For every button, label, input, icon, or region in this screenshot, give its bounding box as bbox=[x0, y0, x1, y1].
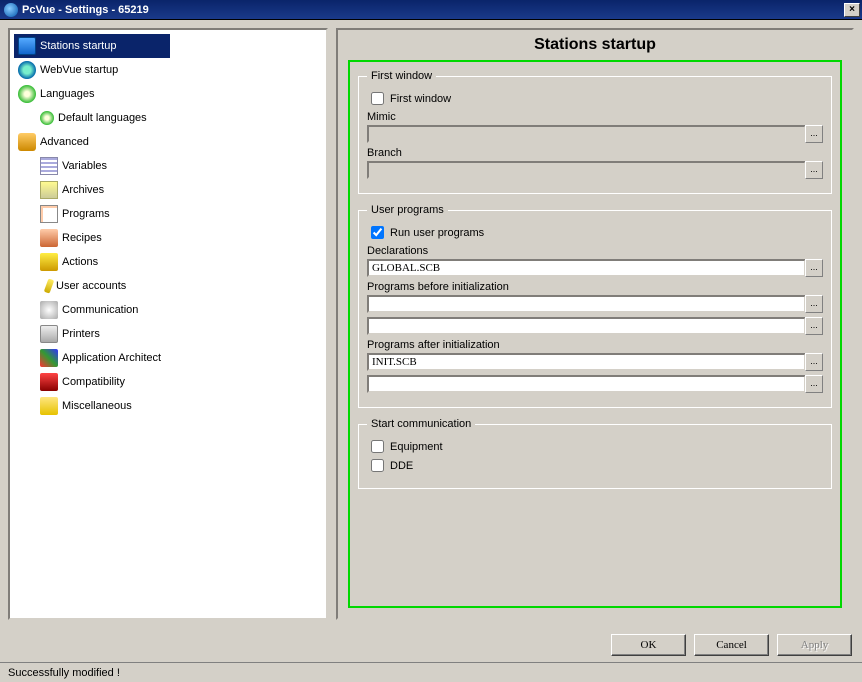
cancel-button[interactable]: Cancel bbox=[694, 634, 769, 656]
highlighted-region: First window First window Mimic ... Bran… bbox=[348, 60, 842, 608]
tree-item-label: WebVue startup bbox=[40, 64, 118, 76]
start-communication-legend: Start communication bbox=[367, 418, 475, 430]
tree-item-label: Stations startup bbox=[40, 40, 116, 52]
tree-communication[interactable]: Communication bbox=[14, 298, 322, 322]
before-init-browse-2[interactable]: ... bbox=[805, 317, 823, 335]
before-init-label: Programs before initialization bbox=[367, 281, 823, 293]
run-user-programs-checkbox[interactable] bbox=[371, 226, 384, 239]
tree-item-label: Printers bbox=[62, 328, 100, 340]
dialog-button-row: OK Cancel Apply bbox=[0, 628, 862, 662]
lang-icon bbox=[18, 85, 36, 103]
user-programs-legend: User programs bbox=[367, 204, 448, 216]
print-icon bbox=[40, 325, 58, 343]
user-programs-group: User programs Run user programs Declarat… bbox=[358, 204, 832, 408]
after-init-input-1[interactable] bbox=[367, 353, 806, 371]
first-window-legend: First window bbox=[367, 70, 436, 82]
tree-item-label: User accounts bbox=[56, 280, 126, 292]
var-icon bbox=[40, 157, 58, 175]
before-init-input-1[interactable] bbox=[367, 295, 806, 313]
declarations-label: Declarations bbox=[367, 245, 823, 257]
window-title: PcVue - Settings - 65219 bbox=[22, 4, 844, 16]
tree-default-languages[interactable]: Default languages bbox=[14, 106, 322, 130]
declarations-browse-button[interactable]: ... bbox=[805, 259, 823, 277]
after-init-browse-1[interactable]: ... bbox=[805, 353, 823, 371]
tree-miscellaneous[interactable]: Miscellaneous bbox=[14, 394, 322, 418]
tree-item-label: Advanced bbox=[40, 136, 89, 148]
statusbar: Successfully modified ! bbox=[0, 662, 862, 682]
comm-icon bbox=[40, 301, 58, 319]
tree-item-label: Actions bbox=[62, 256, 98, 268]
tree-printers[interactable]: Printers bbox=[14, 322, 322, 346]
first-window-checkbox-label: First window bbox=[390, 93, 451, 105]
mimic-label: Mimic bbox=[367, 111, 823, 123]
tree-stations-startup[interactable]: Stations startup bbox=[14, 34, 170, 58]
start-communication-group: Start communication Equipment DDE bbox=[358, 418, 832, 489]
branch-label: Branch bbox=[367, 147, 823, 159]
tree-item-label: Variables bbox=[62, 160, 107, 172]
user-icon bbox=[44, 278, 54, 293]
tree-item-label: Archives bbox=[62, 184, 104, 196]
after-init-input-2[interactable] bbox=[367, 375, 806, 393]
declarations-input[interactable] bbox=[367, 259, 806, 277]
status-text: Successfully modified ! bbox=[8, 667, 120, 679]
globe-icon bbox=[18, 61, 36, 79]
after-init-browse-2[interactable]: ... bbox=[805, 375, 823, 393]
tree-variables[interactable]: Variables bbox=[14, 154, 322, 178]
titlebar: PcVue - Settings - 65219 × bbox=[0, 0, 862, 20]
tree-item-label: Default languages bbox=[58, 112, 147, 124]
dde-label: DDE bbox=[390, 460, 413, 472]
main-area: Stations startup WebVue startup Languages D… bbox=[0, 20, 862, 628]
tree-item-label: Application Architect bbox=[62, 352, 161, 364]
mimic-browse-button[interactable]: ... bbox=[805, 125, 823, 143]
tree-user-accounts[interactable]: User accounts bbox=[14, 274, 322, 298]
settings-panel: Stations startup First window First wind… bbox=[336, 28, 854, 620]
action-icon bbox=[40, 253, 58, 271]
arch-icon bbox=[40, 181, 58, 199]
tree-item-label: Programs bbox=[62, 208, 110, 220]
tree-archives[interactable]: Archives bbox=[14, 178, 322, 202]
tree-compatibility[interactable]: Compatibility bbox=[14, 370, 322, 394]
tree-advanced[interactable]: Advanced bbox=[14, 130, 322, 154]
before-init-input-2[interactable] bbox=[367, 317, 806, 335]
apply-button[interactable]: Apply bbox=[777, 634, 852, 656]
equipment-checkbox[interactable] bbox=[371, 440, 384, 453]
tree-actions[interactable]: Actions bbox=[14, 250, 322, 274]
dde-checkbox[interactable] bbox=[371, 459, 384, 472]
tree-item-label: Recipes bbox=[62, 232, 102, 244]
first-window-checkbox[interactable] bbox=[371, 92, 384, 105]
tree-item-label: Compatibility bbox=[62, 376, 125, 388]
tree-programs[interactable]: Programs bbox=[14, 202, 322, 226]
prog-icon bbox=[40, 205, 58, 223]
equipment-label: Equipment bbox=[390, 441, 443, 453]
arch2-icon bbox=[40, 349, 58, 367]
mimic-input[interactable] bbox=[367, 125, 806, 143]
deflang-icon bbox=[40, 111, 54, 125]
after-init-label: Programs after initialization bbox=[367, 339, 823, 351]
tree-webvue-startup[interactable]: WebVue startup bbox=[14, 58, 322, 82]
tree-item-label: Communication bbox=[62, 304, 138, 316]
branch-input[interactable] bbox=[367, 161, 806, 179]
first-window-group: First window First window Mimic ... Bran… bbox=[358, 70, 832, 194]
panel-title: Stations startup bbox=[348, 36, 842, 54]
monitor-icon bbox=[18, 37, 36, 55]
ok-button[interactable]: OK bbox=[611, 634, 686, 656]
tree-recipes[interactable]: Recipes bbox=[14, 226, 322, 250]
branch-browse-button[interactable]: ... bbox=[805, 161, 823, 179]
run-user-programs-label: Run user programs bbox=[390, 227, 484, 239]
tree-panel: Stations startup WebVue startup Languages D… bbox=[8, 28, 328, 620]
app-icon bbox=[4, 3, 18, 17]
tree-application-architect[interactable]: Application Architect bbox=[14, 346, 322, 370]
tree-item-label: Languages bbox=[40, 88, 94, 100]
adv-icon bbox=[18, 133, 36, 151]
compat-icon bbox=[40, 373, 58, 391]
close-button[interactable]: × bbox=[844, 3, 860, 17]
misc-icon bbox=[40, 397, 58, 415]
before-init-browse-1[interactable]: ... bbox=[805, 295, 823, 313]
tree-item-label: Miscellaneous bbox=[62, 400, 132, 412]
tree-languages[interactable]: Languages bbox=[14, 82, 322, 106]
recipe-icon bbox=[40, 229, 58, 247]
